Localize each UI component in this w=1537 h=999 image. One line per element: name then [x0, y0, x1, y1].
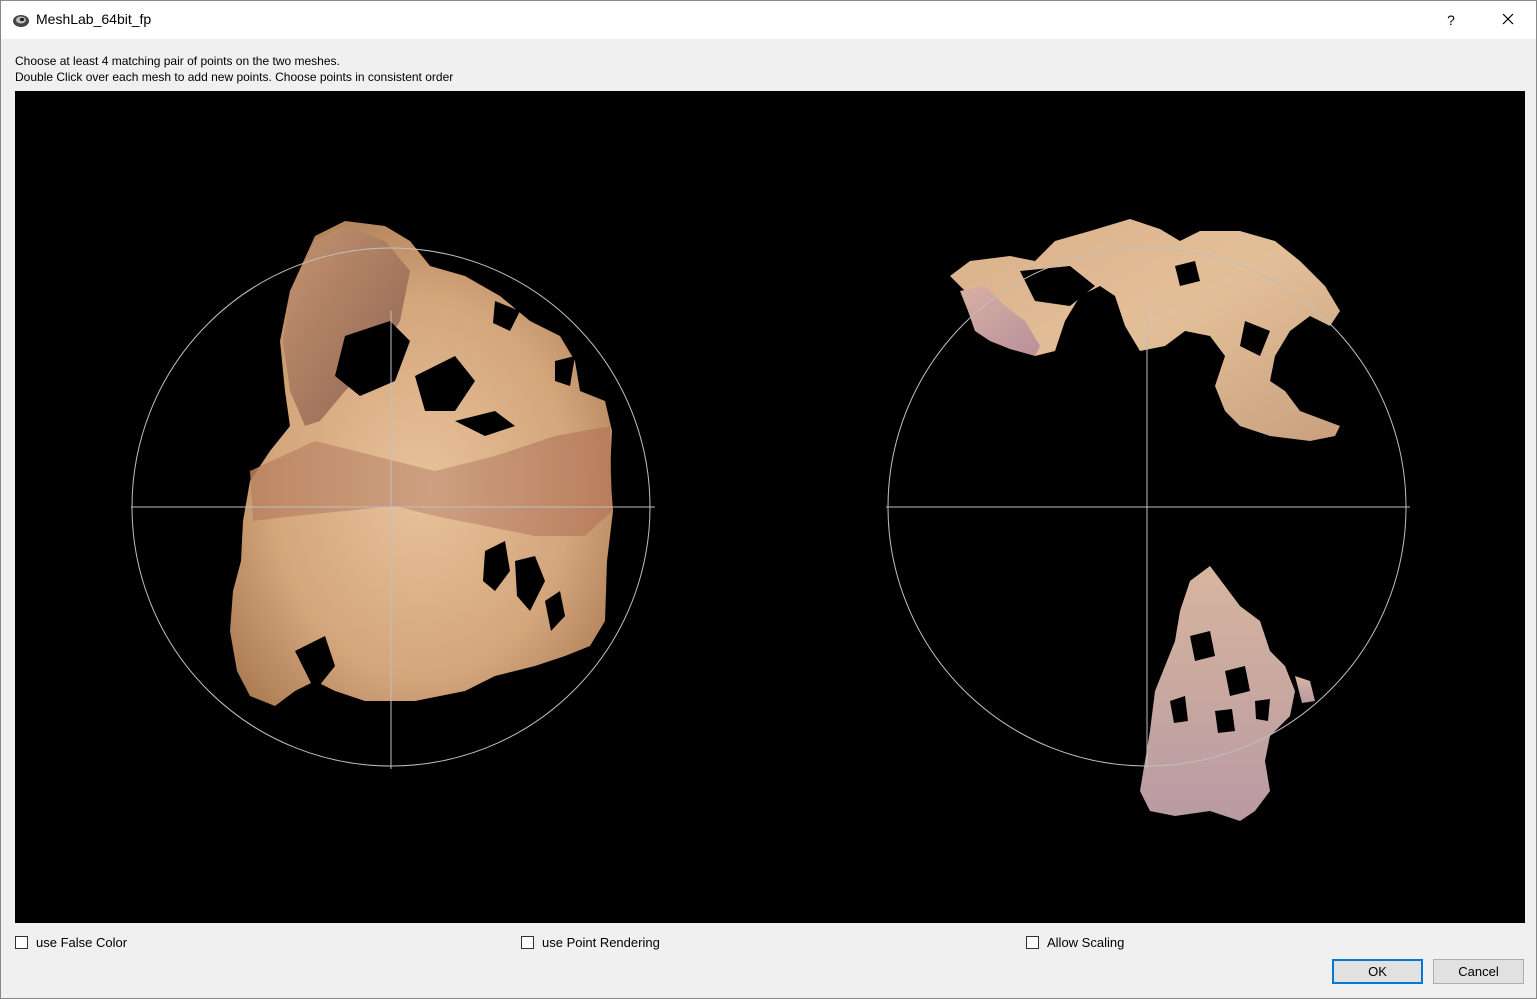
right-mesh-canvas[interactable]	[770, 91, 1525, 923]
allow-scaling-checkbox[interactable]	[1026, 935, 1039, 949]
right-mesh-bottom	[1140, 566, 1295, 821]
allow-scaling-label: Allow Scaling	[1047, 934, 1125, 950]
help-button[interactable]: ?	[1433, 1, 1469, 39]
point-rendering-checkbox[interactable]	[521, 935, 534, 949]
allow-scaling-option[interactable]: Allow Scaling	[1026, 933, 1124, 951]
left-mesh-viewport[interactable]	[15, 91, 770, 923]
right-mesh-viewport[interactable]	[770, 91, 1525, 923]
ok-button[interactable]: OK	[1332, 959, 1423, 984]
left-mesh-canvas[interactable]	[15, 91, 770, 923]
point-rendering-label: use Point Rendering	[542, 934, 660, 950]
false-color-checkbox[interactable]	[15, 935, 28, 949]
mesh-viewer-area	[15, 91, 1525, 923]
meshlab-logo-icon	[13, 15, 29, 27]
false-color-label: use False Color	[36, 934, 128, 950]
right-mesh-bottom-spur	[1295, 676, 1315, 703]
instructions-text: Choose at least 4 matching pair of point…	[15, 53, 453, 85]
cancel-button[interactable]: Cancel	[1433, 959, 1524, 984]
title-bar[interactable]: MeshLab_64bit_fp ?	[1, 1, 1536, 39]
false-color-option[interactable]: use False Color	[15, 933, 127, 951]
point-rendering-option[interactable]: use Point Rendering	[521, 933, 660, 951]
align-dialog-window: MeshLab_64bit_fp ? Choose at least 4 mat…	[0, 0, 1537, 999]
instruction-line-2: Double Click over each mesh to add new p…	[15, 70, 454, 84]
instruction-line-1: Choose at least 4 matching pair of point…	[15, 54, 340, 68]
close-button[interactable]	[1489, 1, 1527, 39]
window-title: MeshLab_64bit_fp	[36, 11, 152, 27]
close-icon	[1502, 13, 1514, 25]
